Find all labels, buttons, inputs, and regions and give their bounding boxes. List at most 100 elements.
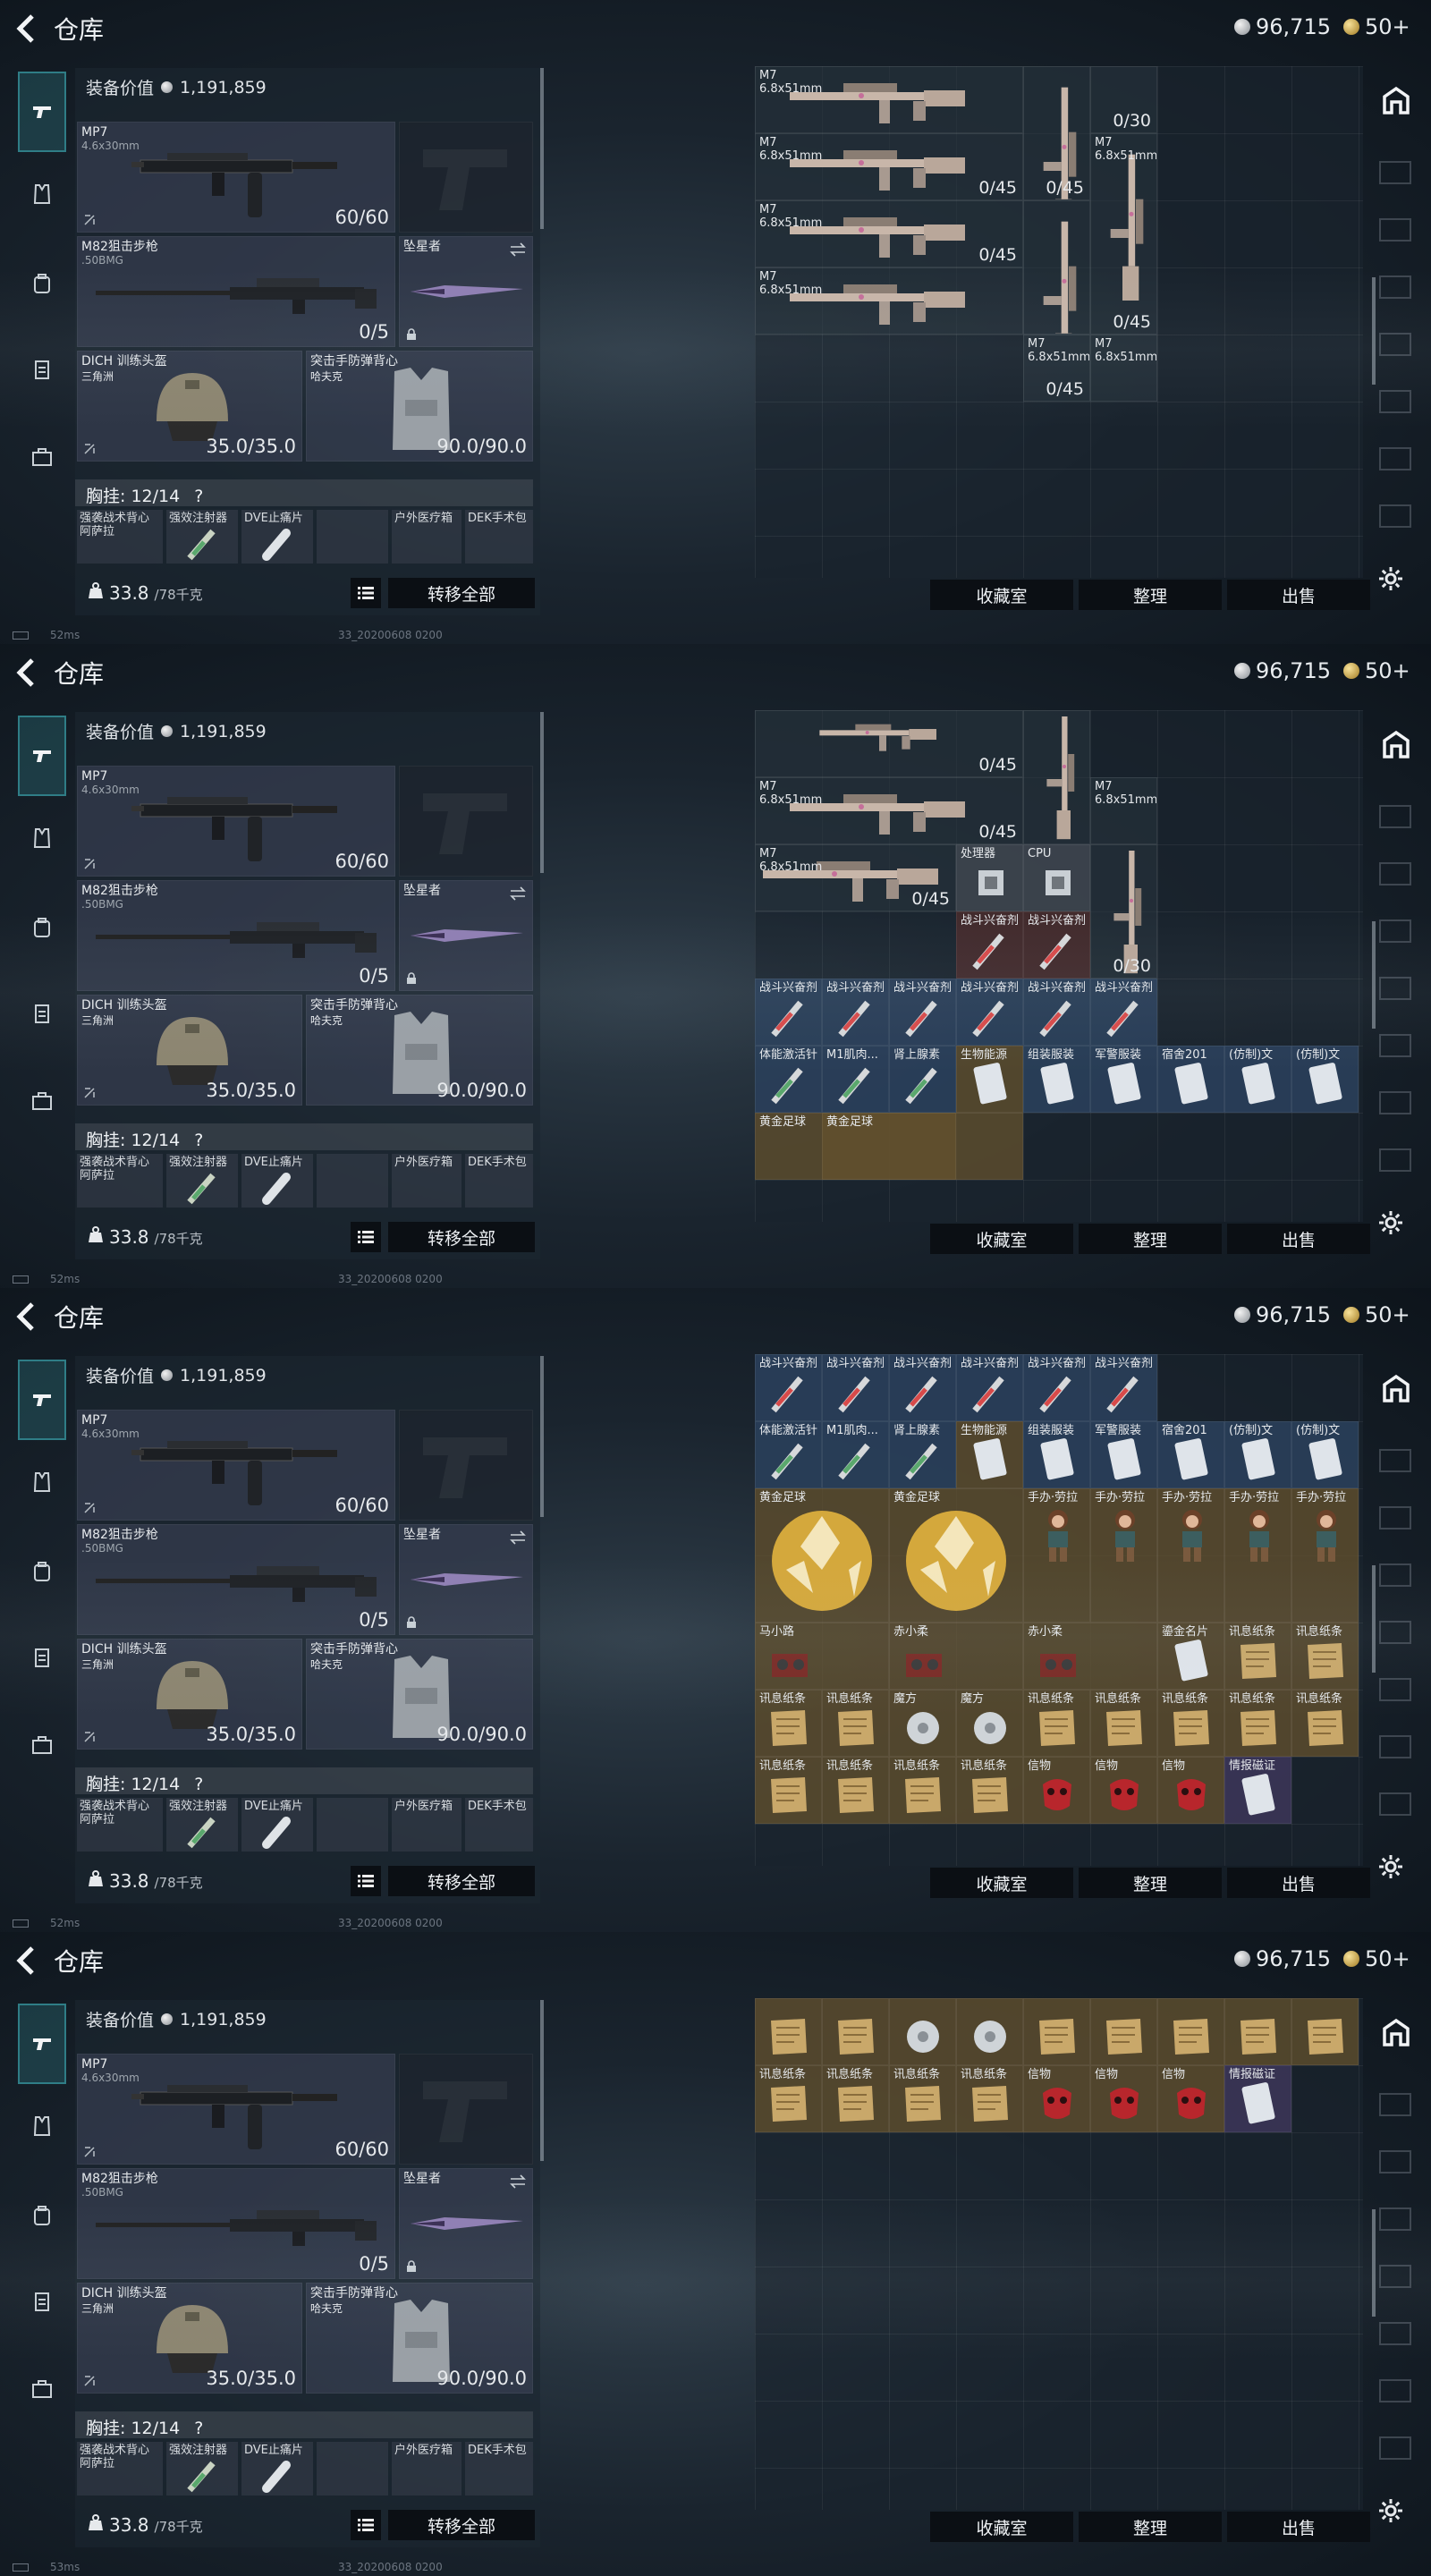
item-note[interactable]: 讯息纸条	[755, 1690, 822, 1757]
gold-balance[interactable]: 50+	[1343, 14, 1410, 39]
list-view-button[interactable]	[351, 2510, 381, 2540]
help-icon[interactable]: ?	[194, 2419, 203, 2438]
item-small[interactable]: M1肌肉...	[822, 1046, 889, 1113]
helmet-slot[interactable]: DICH 训练头盔 三角洲 35.0/35.0	[77, 351, 302, 462]
item-gold-ball[interactable]: 黄金足球	[755, 1488, 889, 1623]
secondary-weapon-slot[interactable]: M82狙击步枪 .50BMG 0/5	[77, 2168, 395, 2279]
stash-page-tab[interactable]	[1379, 1621, 1411, 1644]
nav-clipboard[interactable]	[18, 2277, 66, 2326]
item-small[interactable]: 军警服装	[1090, 1421, 1157, 1488]
nav-weapons[interactable]	[18, 716, 66, 796]
item-note[interactable]: 讯息纸条	[1291, 1623, 1359, 1690]
swap-icon[interactable]	[509, 886, 527, 901]
sell-button[interactable]: 出售	[1227, 1224, 1370, 1254]
equipment-scrollbar[interactable]	[540, 2000, 544, 2161]
rifle-item-vertical[interactable]	[1023, 710, 1090, 844]
help-icon[interactable]: ?	[194, 1131, 203, 1150]
nav-gear[interactable]	[18, 903, 66, 952]
nav-case[interactable]	[18, 2365, 66, 2413]
item-small[interactable]: 肾上腺素	[889, 1046, 956, 1113]
nav-case[interactable]	[18, 1721, 66, 1769]
rig-slot-4[interactable]	[317, 2442, 388, 2496]
item-note[interactable]	[822, 1998, 889, 2065]
stash-page-tab[interactable]	[1379, 919, 1411, 943]
back-arrow-icon[interactable]	[13, 13, 39, 45]
gear-icon[interactable]	[1377, 2497, 1404, 2524]
transfer-all-button[interactable]: 转移全部	[388, 2510, 535, 2540]
item-small[interactable]: 宿舍201	[1157, 1421, 1224, 1488]
stash-page-tab[interactable]	[1379, 2322, 1411, 2345]
nav-weapons[interactable]	[18, 1360, 66, 1440]
nav-clipboard[interactable]	[18, 345, 66, 394]
stash-page-tab[interactable]	[1379, 1449, 1411, 1472]
item-figure[interactable]: 手办·劳拉	[1157, 1488, 1224, 1623]
stash-page-tab[interactable]	[1379, 2379, 1411, 2402]
transfer-all-button[interactable]: 转移全部	[388, 1866, 535, 1896]
list-view-button[interactable]	[351, 1222, 381, 1252]
helmet-slot[interactable]: DICH 训练头盔 三角洲 35.0/35.0	[77, 2283, 302, 2394]
equipment-scrollbar[interactable]	[540, 1356, 544, 1517]
stash-page-tab[interactable]	[1379, 862, 1411, 886]
stash-page-tab[interactable]	[1379, 1034, 1411, 1057]
rig-slot-2[interactable]: 强效注射器	[166, 2442, 238, 2496]
nav-gear[interactable]	[18, 2191, 66, 2240]
item-stimulant[interactable]: 战斗兴奋剂	[956, 911, 1023, 979]
item-note[interactable]	[1291, 1998, 1359, 2065]
item-toy[interactable]: 马小路	[755, 1623, 889, 1690]
item-stimulant[interactable]: 战斗兴奋剂	[822, 1354, 889, 1421]
secondary-weapon-slot[interactable]: M82狙击步枪 .50BMG 0/5	[77, 1524, 395, 1635]
item-note[interactable]	[1157, 1998, 1224, 2065]
stash-page-tab[interactable]	[1379, 1148, 1411, 1172]
rig-slot-6[interactable]: DEK手术包	[465, 1798, 533, 1852]
item-note[interactable]: 讯息纸条	[822, 2065, 889, 2132]
item-stimulant[interactable]: 战斗兴奋剂	[889, 1354, 956, 1421]
gold-balance[interactable]: 50+	[1343, 1302, 1410, 1327]
collection-button[interactable]: 收藏室	[930, 1224, 1073, 1254]
rig-slot-1[interactable]: 强袭战术背心 阿萨拉	[77, 510, 163, 564]
rifle-item[interactable]: M7 6.8x51mm 0/45	[755, 200, 1023, 267]
item-toy[interactable]: 赤小柔	[889, 1623, 1023, 1690]
rifle-item-vertical[interactable]: M7 6.8x51mm 0/45	[1023, 335, 1090, 402]
nav-armor[interactable]	[18, 1458, 66, 1506]
item-small[interactable]: (仿制)文	[1224, 1046, 1291, 1113]
sidearm-slot-empty[interactable]	[399, 122, 533, 233]
back-arrow-icon[interactable]	[13, 1945, 39, 1977]
storage-home-icon[interactable]	[1381, 730, 1411, 760]
stash-scrollbar[interactable]	[1372, 1565, 1376, 1673]
item-stimulant[interactable]: 战斗兴奋剂	[755, 979, 822, 1046]
gear-icon[interactable]	[1377, 1853, 1404, 1880]
gear-icon[interactable]	[1377, 1209, 1404, 1236]
item-small[interactable]: 生物能源	[956, 1421, 1023, 1488]
item-note[interactable]	[1224, 1998, 1291, 2065]
rifle-item[interactable]: 0/45	[755, 710, 1023, 777]
sort-button[interactable]: 整理	[1079, 580, 1222, 610]
nav-weapons[interactable]	[18, 72, 66, 152]
item-stimulant[interactable]: 战斗兴奋剂	[1023, 979, 1090, 1046]
item-small[interactable]: 肾上腺素	[889, 1421, 956, 1488]
item-small[interactable]: 生物能源	[956, 1046, 1023, 1113]
gold-balance[interactable]: 50+	[1343, 1946, 1410, 1971]
rifle-item-vertical[interactable]: M7 6.8x51mm	[1090, 777, 1157, 844]
rig-slot-5[interactable]: 户外医疗箱	[392, 1154, 461, 1208]
secondary-weapon-slot[interactable]: M82狙击步枪 .50BMG 0/5	[77, 880, 395, 991]
item-note[interactable]: 讯息纸条	[822, 1690, 889, 1757]
item-note[interactable]: 讯息纸条	[1291, 1690, 1359, 1757]
item-note[interactable]: 讯息纸条	[1224, 1690, 1291, 1757]
item-figure[interactable]: 手办·劳拉	[1291, 1488, 1359, 1623]
melee-slot[interactable]: 坠星者	[399, 2168, 533, 2279]
stash-page-tab[interactable]	[1379, 504, 1411, 528]
rifle-item-vertical[interactable]: 0/30	[1090, 844, 1157, 979]
nav-clipboard[interactable]	[18, 989, 66, 1038]
sidearm-slot-empty[interactable]	[399, 2054, 533, 2165]
item-note[interactable]: 信物	[1023, 2065, 1090, 2132]
item-note[interactable]	[956, 1998, 1023, 2065]
nav-gear[interactable]	[18, 259, 66, 308]
stash-page-tab[interactable]	[1379, 333, 1411, 356]
item-stimulant[interactable]: 战斗兴奋剂	[956, 979, 1023, 1046]
stash-scrollbar[interactable]	[1372, 277, 1376, 385]
item-figure[interactable]: 手办·劳拉	[1224, 1488, 1291, 1623]
list-view-button[interactable]	[351, 1866, 381, 1896]
item-small[interactable]: (仿制)文	[1291, 1046, 1359, 1113]
primary-weapon-slot[interactable]: MP7 4.6x30mm 60/60	[77, 2054, 395, 2165]
stash-page-tab[interactable]	[1379, 447, 1411, 470]
